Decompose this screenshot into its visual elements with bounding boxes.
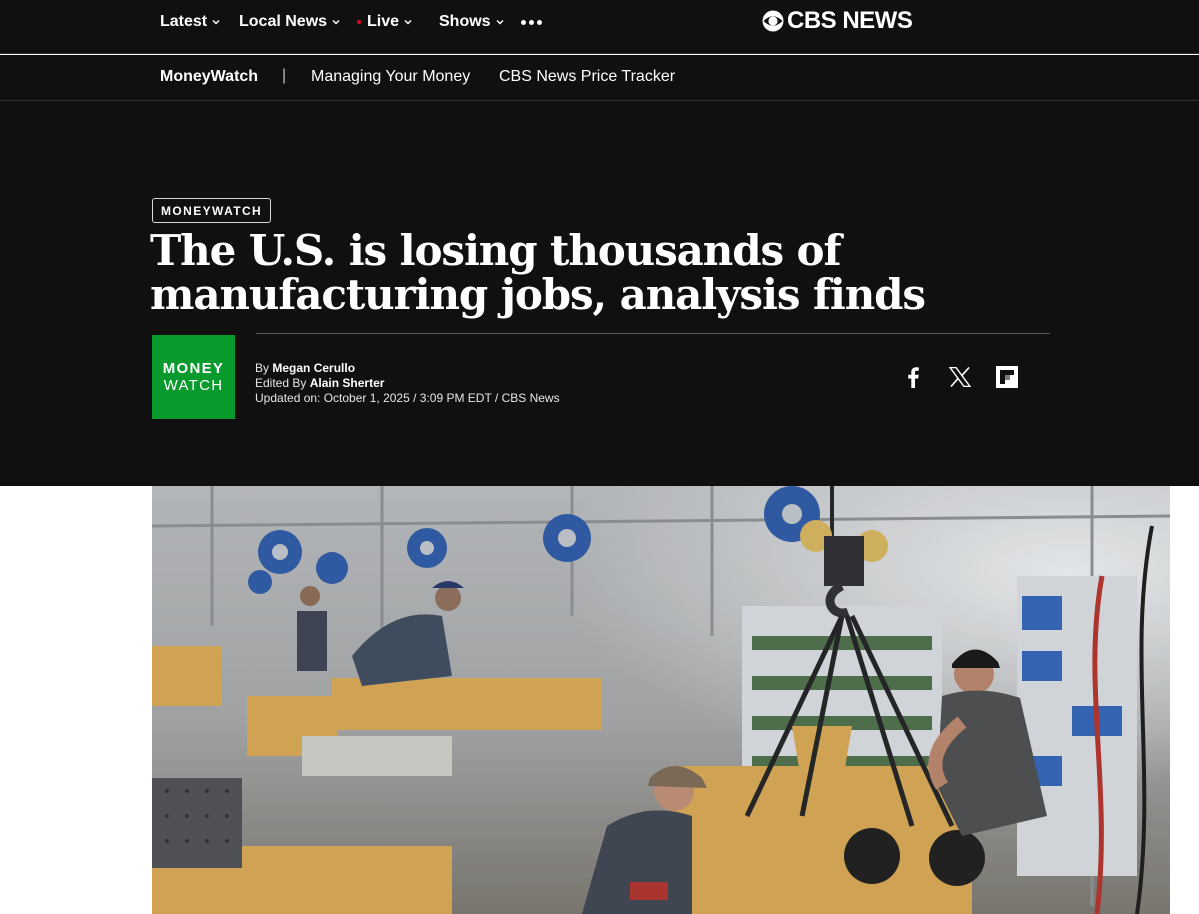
subnav-separator: |	[282, 67, 287, 84]
moneywatch-badge[interactable]: MONEY WATCH	[152, 335, 235, 419]
editor-name[interactable]: Alain Sherter	[310, 376, 385, 390]
chevron-down-icon	[212, 19, 220, 25]
top-navigation: Latest Local News Live Shows CBS NEWS	[0, 0, 1199, 54]
flipboard-icon	[996, 366, 1018, 388]
headline-line-2: manufacturing jobs, analysis finds	[150, 270, 926, 319]
article-hero-image	[152, 486, 1170, 914]
byline: By Megan Cerullo Edited By Alain Sherter…	[255, 361, 560, 406]
nav-live-label: Live	[367, 13, 400, 30]
subnav-moneywatch[interactable]: MoneyWatch	[160, 68, 258, 86]
updated-timestamp: Updated on: October 1, 2025 / 3:09 PM ED…	[255, 391, 560, 405]
chevron-down-icon	[496, 19, 504, 25]
x-share-button[interactable]	[948, 365, 972, 389]
subnav-managing-your-money[interactable]: Managing Your Money	[311, 68, 470, 86]
logo-text: CBS NEWS	[787, 7, 913, 34]
chevron-down-icon	[332, 19, 340, 25]
more-icon[interactable]	[521, 13, 542, 31]
nav-local-news[interactable]: Local News	[239, 11, 341, 33]
subnav-price-tracker[interactable]: CBS News Price Tracker	[499, 68, 675, 86]
badge-line-2: WATCH	[163, 377, 224, 394]
headline: The U.S. is losing thousands of manufact…	[150, 229, 1050, 317]
cbs-news-logo[interactable]: CBS NEWS	[762, 7, 913, 34]
nav-latest[interactable]: Latest	[160, 11, 221, 33]
nav-shows-label: Shows	[439, 13, 491, 30]
by-prefix: By	[255, 361, 270, 375]
nav-latest-label: Latest	[160, 13, 208, 30]
section-tag[interactable]: MONEYWATCH	[152, 198, 272, 223]
nav-shows[interactable]: Shows	[439, 11, 505, 33]
badge-line-1: MONEY	[162, 360, 225, 377]
article-header: MONEYWATCH The U.S. is losing thousands …	[0, 101, 1199, 486]
nav-local-news-label: Local News	[239, 13, 328, 30]
nav-live[interactable]: Live	[357, 11, 413, 33]
author-name[interactable]: Megan Cerullo	[272, 361, 355, 375]
edited-prefix: Edited By	[255, 376, 307, 390]
x-icon	[949, 367, 971, 387]
flipboard-share-button[interactable]	[995, 365, 1019, 389]
live-dot-icon	[357, 20, 361, 24]
section-navigation: MoneyWatch | Managing Your Money CBS New…	[0, 55, 1199, 101]
facebook-icon	[908, 367, 919, 388]
facebook-share-button[interactable]	[901, 365, 925, 389]
divider	[256, 333, 1050, 334]
author-line: By Megan Cerullo	[255, 361, 560, 376]
editor-line: Edited By Alain Sherter	[255, 376, 560, 391]
headline-line-1: The U.S. is losing thousands of	[150, 226, 842, 275]
cbs-eye-icon	[762, 10, 784, 32]
chevron-down-icon	[404, 19, 412, 25]
